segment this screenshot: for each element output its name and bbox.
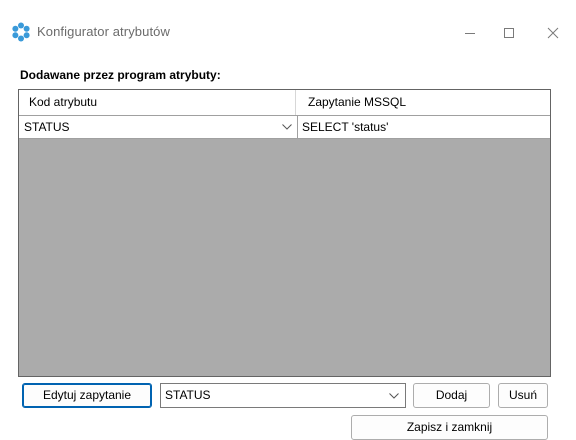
window-title: Konfigurator atrybutów	[37, 24, 170, 39]
remove-button[interactable]: Usuń	[498, 383, 548, 408]
cell-attribute-code-value: STATUS	[24, 120, 70, 134]
cell-query[interactable]: SELECT 'status'	[298, 116, 550, 138]
section-label: Dodawane przez program atrybuty:	[20, 68, 221, 82]
grid-header: Kod atrybutu Zapytanie MSSQL	[19, 90, 550, 116]
app-icon	[11, 22, 31, 42]
maximize-icon	[504, 28, 514, 38]
attribute-select[interactable]: STATUS	[160, 383, 406, 408]
save-and-close-button[interactable]: Zapisz i zamknij	[351, 415, 548, 440]
attribute-select-value: STATUS	[165, 388, 211, 402]
minimize-icon	[465, 33, 475, 34]
close-button[interactable]	[535, 18, 571, 48]
chevron-down-icon[interactable]	[387, 384, 401, 407]
minimize-button[interactable]	[452, 18, 488, 48]
close-icon	[547, 27, 559, 39]
table-row[interactable]: STATUS SELECT 'status'	[19, 116, 550, 139]
attributes-grid[interactable]: Kod atrybutu Zapytanie MSSQL STATUS SELE…	[18, 89, 551, 377]
title-bar: Konfigurator atrybutów	[0, 0, 576, 66]
edit-query-button[interactable]: Edytuj zapytanie	[22, 383, 152, 408]
cell-attribute-code[interactable]: STATUS	[19, 116, 298, 138]
column-header-query[interactable]: Zapytanie MSSQL	[296, 90, 550, 115]
maximize-button[interactable]	[491, 18, 527, 48]
add-button[interactable]: Dodaj	[413, 383, 490, 408]
column-header-code[interactable]: Kod atrybutu	[19, 90, 296, 115]
chevron-down-icon[interactable]	[278, 116, 296, 138]
